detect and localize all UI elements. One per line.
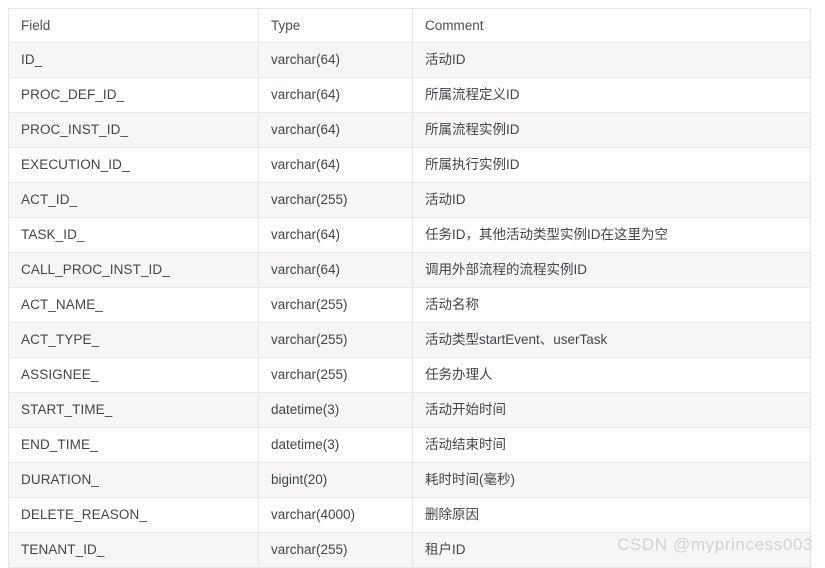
cell-type: varchar(4000) (259, 498, 413, 533)
cell-comment: 活动结束时间 (413, 428, 811, 463)
cell-type: varchar(64) (259, 148, 413, 183)
cell-field: EXECUTION_ID_ (9, 148, 259, 183)
cell-comment: 活动类型startEvent、userTask (413, 323, 811, 358)
cell-comment: 活动名称 (413, 288, 811, 323)
cell-field: PROC_DEF_ID_ (9, 78, 259, 113)
cell-field: ACT_TYPE_ (9, 323, 259, 358)
table-row: END_TIME_datetime(3)活动结束时间 (9, 428, 811, 463)
cell-field: ASSIGNEE_ (9, 358, 259, 393)
cell-comment: 任务办理人 (413, 358, 811, 393)
cell-field: CALL_PROC_INST_ID_ (9, 253, 259, 288)
table-row: TASK_ID_varchar(64)任务ID，其他活动类型实例ID在这里为空 (9, 218, 811, 253)
table-header-row: Field Type Comment (9, 9, 811, 43)
table-header: Field Type Comment (9, 9, 811, 43)
cell-comment: 活动开始时间 (413, 393, 811, 428)
cell-type: varchar(64) (259, 253, 413, 288)
cell-field: TASK_ID_ (9, 218, 259, 253)
cell-field: PROC_INST_ID_ (9, 113, 259, 148)
cell-comment: 活动ID (413, 43, 811, 78)
cell-field: TENANT_ID_ (9, 533, 259, 568)
table-body: ID_varchar(64)活动IDPROC_DEF_ID_varchar(64… (9, 43, 811, 568)
table-row: ID_varchar(64)活动ID (9, 43, 811, 78)
cell-comment: 所属流程实例ID (413, 113, 811, 148)
cell-comment: 活动ID (413, 183, 811, 218)
cell-type: varchar(255) (259, 183, 413, 218)
cell-field: DELETE_REASON_ (9, 498, 259, 533)
table-row: EXECUTION_ID_varchar(64)所属执行实例ID (9, 148, 811, 183)
table-row: ACT_ID_varchar(255)活动ID (9, 183, 811, 218)
cell-comment: 调用外部流程的流程实例ID (413, 253, 811, 288)
cell-type: varchar(255) (259, 358, 413, 393)
cell-type: datetime(3) (259, 428, 413, 463)
cell-field: ID_ (9, 43, 259, 78)
table-row: PROC_DEF_ID_varchar(64)所属流程定义ID (9, 78, 811, 113)
table-row: CALL_PROC_INST_ID_varchar(64)调用外部流程的流程实例… (9, 253, 811, 288)
column-header-comment: Comment (413, 9, 811, 43)
table-row: ASSIGNEE_varchar(255)任务办理人 (9, 358, 811, 393)
cell-comment: 任务ID，其他活动类型实例ID在这里为空 (413, 218, 811, 253)
schema-table: Field Type Comment ID_varchar(64)活动IDPRO… (8, 8, 811, 568)
cell-type: varchar(64) (259, 218, 413, 253)
cell-type: varchar(255) (259, 533, 413, 568)
table-row: TENANT_ID_varchar(255)租户ID (9, 533, 811, 568)
cell-comment: 租户ID (413, 533, 811, 568)
table-row: START_TIME_datetime(3)活动开始时间 (9, 393, 811, 428)
cell-type: varchar(255) (259, 323, 413, 358)
cell-comment: 所属执行实例ID (413, 148, 811, 183)
cell-comment: 所属流程定义ID (413, 78, 811, 113)
cell-comment: 耗时时间(毫秒) (413, 463, 811, 498)
cell-field: ACT_ID_ (9, 183, 259, 218)
cell-field: END_TIME_ (9, 428, 259, 463)
cell-type: varchar(64) (259, 78, 413, 113)
column-header-type: Type (259, 9, 413, 43)
cell-type: varchar(64) (259, 43, 413, 78)
cell-field: ACT_NAME_ (9, 288, 259, 323)
table-row: DURATION_bigint(20)耗时时间(毫秒) (9, 463, 811, 498)
cell-field: DURATION_ (9, 463, 259, 498)
cell-type: bigint(20) (259, 463, 413, 498)
table-row: ACT_TYPE_varchar(255)活动类型startEvent、user… (9, 323, 811, 358)
schema-table-container: Field Type Comment ID_varchar(64)活动IDPRO… (8, 8, 810, 568)
table-row: DELETE_REASON_varchar(4000)删除原因 (9, 498, 811, 533)
cell-field: START_TIME_ (9, 393, 259, 428)
cell-type: varchar(64) (259, 113, 413, 148)
table-row: ACT_NAME_varchar(255)活动名称 (9, 288, 811, 323)
cell-type: datetime(3) (259, 393, 413, 428)
table-row: PROC_INST_ID_varchar(64)所属流程实例ID (9, 113, 811, 148)
cell-type: varchar(255) (259, 288, 413, 323)
cell-comment: 删除原因 (413, 498, 811, 533)
column-header-field: Field (9, 9, 259, 43)
